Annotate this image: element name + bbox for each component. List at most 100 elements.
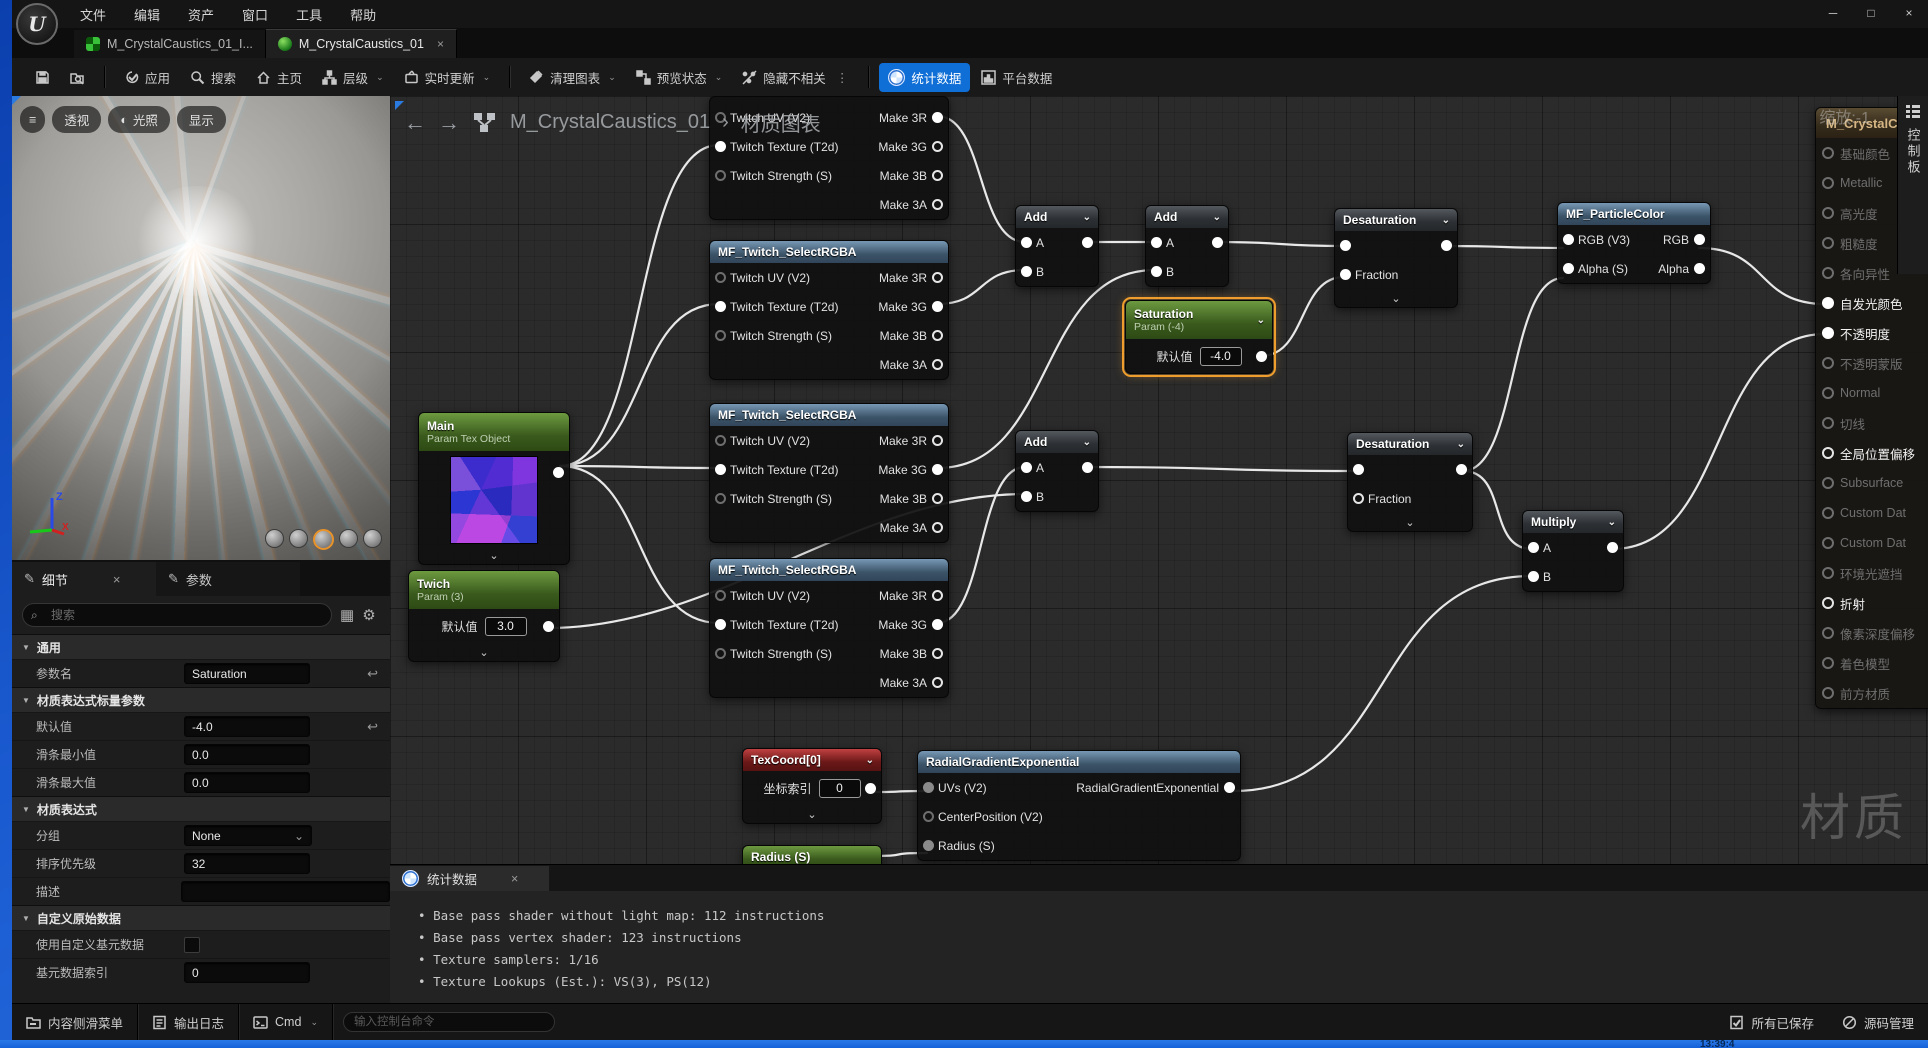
wire[interactable] xyxy=(1610,332,1827,551)
pin-in-Twitch UV (V2)[interactable] xyxy=(715,272,726,283)
wire[interactable] xyxy=(935,268,1027,306)
pin-out-Make 3G[interactable] xyxy=(932,141,943,152)
pin-out-Make 3B[interactable] xyxy=(932,170,943,181)
tab-close-icon[interactable]: × xyxy=(437,37,444,51)
bottombar-内容侧滑菜单[interactable]: 内容侧滑菜单 xyxy=(12,1004,137,1040)
pin-Custom Dat[interactable] xyxy=(1822,507,1834,519)
toolbar-清理图表[interactable]: 清理图表 ⌄ xyxy=(520,63,625,92)
pin-全局位置偏移[interactable] xyxy=(1822,447,1834,459)
section-3[interactable]: ▼ 自定义原始数据 xyxy=(12,905,390,930)
pin-in-B[interactable] xyxy=(1528,571,1539,582)
preview-shape-2[interactable] xyxy=(313,529,334,550)
node-add-2[interactable]: Add ⌄ A B xyxy=(1145,205,1229,287)
node-header[interactable]: Twich Param (3) xyxy=(409,571,559,609)
chevron-down-icon[interactable]: ⌄ xyxy=(1442,215,1450,226)
preview-shape-1[interactable] xyxy=(289,529,308,548)
stats-close-icon[interactable]: × xyxy=(511,872,518,886)
reset-to-default-icon[interactable]: ↩ xyxy=(367,666,378,682)
pin-out-Make 3R[interactable] xyxy=(932,112,943,123)
material-graph[interactable]: Twitch UV (V2) Make 3R Twitch Texture (T2d… xyxy=(390,96,1928,1004)
viewport-menu-button[interactable]: ≡ xyxy=(20,106,46,133)
chevron-down-icon[interactable]: ⌄ xyxy=(1083,212,1091,223)
node-mf-twitch-2[interactable]: MF_Twitch_SelectRGBA Twitch UV (V2) Make 3… xyxy=(709,403,949,543)
pin-out-Make 3A[interactable] xyxy=(932,677,943,688)
pin-in-B[interactable] xyxy=(1021,266,1032,277)
default-value-box[interactable]: 3.0 xyxy=(484,616,527,636)
pin-out-0[interactable] xyxy=(1607,542,1618,553)
chevron-down-icon[interactable]: ⌄ xyxy=(866,755,874,766)
pin-in-Twitch Strength (S)[interactable] xyxy=(715,170,726,181)
pin-前方材质[interactable] xyxy=(1822,687,1834,699)
expand-chevron-icon[interactable]: ⌄ xyxy=(1348,513,1472,531)
pin-in-B[interactable] xyxy=(1151,266,1162,277)
node-header[interactable]: Desaturation ⌄ xyxy=(1348,433,1472,455)
field-排序优先级[interactable]: 32 xyxy=(184,853,310,874)
graph-forward-button[interactable]: → xyxy=(438,110,460,136)
pin-out-Make 3A[interactable] xyxy=(932,522,943,533)
wire[interactable] xyxy=(1215,240,1346,248)
pin-in-Twitch UV (V2)[interactable] xyxy=(715,590,726,601)
field-默认值[interactable]: -4.0 xyxy=(184,716,310,737)
pin-in-0[interactable] xyxy=(1353,464,1364,475)
field-描述[interactable] xyxy=(181,881,390,902)
checkbox[interactable] xyxy=(184,936,200,953)
settings-gear-icon[interactable]: ⚙ xyxy=(362,606,375,624)
pin-out-Make 3B[interactable] xyxy=(932,493,943,504)
default-value-box[interactable]: 0 xyxy=(818,778,861,798)
pin-in-Twitch Texture (T2d)[interactable] xyxy=(715,464,726,475)
bottombar-所有已保存[interactable]: 所有已保存 xyxy=(1715,1013,1828,1032)
node-header[interactable]: Add ⌄ xyxy=(1146,206,1228,228)
pin-out-RGB[interactable] xyxy=(1694,234,1705,245)
node-add-3[interactable]: Add ⌄ A B xyxy=(1015,430,1099,512)
wire[interactable] xyxy=(1259,275,1346,358)
pin-粗糙度[interactable] xyxy=(1822,237,1834,249)
node-header[interactable]: Multiply ⌄ xyxy=(1523,511,1623,533)
bottombar-源码管理[interactable]: 源码管理 xyxy=(1828,1013,1928,1032)
pin-不透明蒙版[interactable] xyxy=(1822,357,1834,369)
node-desaturation-1[interactable]: Desaturation ⌄ Fraction ⌄ xyxy=(1334,208,1458,308)
pin-out-Make 3R[interactable] xyxy=(932,435,943,446)
bottombar-输出日志[interactable]: 输出日志 xyxy=(138,1004,238,1040)
node-mf-twitch-3[interactable]: MF_Twitch_SelectRGBA Twitch UV (V2) Make 3… xyxy=(709,558,949,698)
node-twich-param[interactable]: Twich Param (3) 默认值 3.0 ⌄ xyxy=(408,570,560,662)
pin-in-A[interactable] xyxy=(1151,237,1162,248)
node-mf-particlecolor[interactable]: MF_ParticleColor RGB (V3) RGB Alpha (S) Alph… xyxy=(1557,202,1711,284)
wire[interactable] xyxy=(558,464,721,470)
section-0[interactable]: ▼ 通用 xyxy=(12,634,390,659)
pin-in-Fraction[interactable] xyxy=(1340,269,1351,280)
more-dots-icon[interactable]: ⋮ xyxy=(836,70,850,85)
pin-in-A[interactable] xyxy=(1021,462,1032,473)
node-header[interactable]: TexCoord[0] ⌄ xyxy=(743,749,881,771)
pin-out-value[interactable] xyxy=(543,620,554,632)
pin-out-0[interactable] xyxy=(1082,237,1093,248)
pin-环境光遮挡[interactable] xyxy=(1822,567,1834,579)
pin-in-Twitch Strength (S)[interactable] xyxy=(715,648,726,659)
wire[interactable] xyxy=(1461,276,1565,473)
toolbar-应用[interactable]: 应用 xyxy=(115,63,179,92)
viewport-pill-显示[interactable]: 显示 xyxy=(176,106,226,133)
pin-out-0[interactable] xyxy=(1456,464,1467,475)
node-header[interactable]: Desaturation ⌄ xyxy=(1335,209,1457,231)
node-mf-twitch-1[interactable]: MF_Twitch_SelectRGBA Twitch UV (V2) Make 3… xyxy=(709,240,949,380)
dropdown-分组[interactable]: None ⌄ xyxy=(184,825,312,846)
pin-Normal[interactable] xyxy=(1822,387,1834,399)
pin-切线[interactable] xyxy=(1822,417,1834,429)
node-header[interactable]: MF_ParticleColor xyxy=(1558,203,1710,225)
pin-in-UVs (V2)[interactable] xyxy=(923,782,934,793)
pin-着色模型[interactable] xyxy=(1822,657,1834,669)
node-header[interactable]: RadialGradientExponential xyxy=(918,751,1240,773)
menu-3[interactable]: 窗口 xyxy=(230,1,280,28)
section-1[interactable]: ▼ 材质表达式标量参数 xyxy=(12,687,390,712)
expand-chevron-icon[interactable]: ⌄ xyxy=(419,546,569,564)
field-滑条最小值[interactable]: 0.0 xyxy=(184,744,310,765)
pin-in-Twitch Texture (T2d)[interactable] xyxy=(715,141,726,152)
asset-tab-1[interactable]: M_CrystalCaustics_01 × xyxy=(265,29,457,58)
node-radial-gradient-exponential[interactable]: RadialGradientExponential UVs (V2) RadialG… xyxy=(917,750,1241,861)
pin-in-Fraction[interactable] xyxy=(1353,493,1364,504)
preview-shape-0[interactable] xyxy=(265,529,284,548)
node-header[interactable]: Add ⌄ xyxy=(1016,206,1098,228)
pin-高光度[interactable] xyxy=(1822,207,1834,219)
pin-out-Make 3A[interactable] xyxy=(932,359,943,370)
pin-out-RadialGradientExponential[interactable] xyxy=(1224,782,1235,793)
pin-in-Twitch Texture (T2d)[interactable] xyxy=(715,619,726,630)
